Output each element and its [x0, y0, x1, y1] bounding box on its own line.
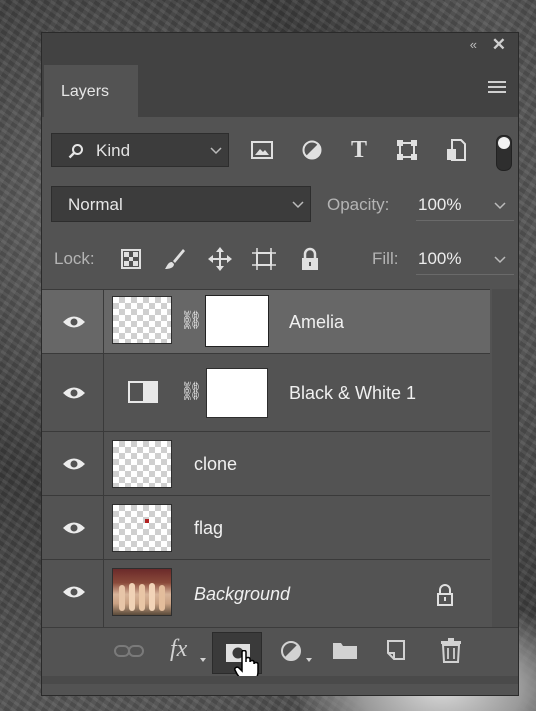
panel-menu-icon[interactable] — [488, 81, 506, 96]
layers-bottom-toolbar: fx — [42, 627, 518, 684]
fill-value[interactable]: 100% — [418, 249, 461, 269]
layers-panel: « ✕ Layers Kind T Normal Opacity: 100% L… — [41, 32, 519, 696]
lock-position-icon[interactable] — [208, 247, 232, 271]
chevron-down-icon — [210, 147, 222, 155]
eye-column — [42, 432, 104, 495]
background-photo-thumbnail — [112, 568, 172, 616]
fx-dropdown-indicator — [200, 658, 206, 662]
smart-object-filter-icon[interactable] — [446, 138, 466, 162]
layer-row-black-white[interactable]: ⛓ Black & White 1 — [42, 353, 490, 431]
layer-mask-thumbnail[interactable] — [206, 368, 268, 418]
adjustment-dropdown-indicator — [306, 658, 312, 662]
lock-icon — [437, 584, 453, 606]
fill-label: Fill: — [372, 249, 399, 268]
opacity-value[interactable]: 100% — [418, 195, 461, 215]
panel-tab-row: Layers — [42, 59, 518, 117]
fx-icon[interactable]: fx — [170, 636, 187, 663]
flag-speck — [145, 519, 149, 523]
eye-icon[interactable] — [62, 386, 86, 400]
lock-label: Lock: — [54, 249, 95, 268]
layers-scrollbar[interactable] — [492, 289, 518, 627]
layer-row-background[interactable]: Background — [42, 559, 490, 627]
opacity-underline — [416, 220, 514, 221]
filter-kind-select[interactable]: Kind — [51, 133, 229, 167]
search-icon — [68, 144, 83, 159]
eye-icon[interactable] — [62, 585, 86, 599]
fill-chevron-icon[interactable] — [494, 256, 506, 264]
type-filter-icon[interactable]: T — [351, 137, 367, 164]
tab-layers-label: Layers — [61, 83, 110, 100]
panel-resize-strip[interactable] — [42, 676, 518, 684]
lock-all-icon[interactable] — [300, 247, 320, 271]
tab-layers[interactable]: Layers — [44, 65, 138, 117]
blend-mode-select[interactable]: Normal — [51, 186, 311, 222]
shape-filter-icon[interactable] — [396, 139, 418, 161]
link-layers-icon[interactable] — [114, 644, 144, 658]
close-panel-button[interactable]: ✕ — [492, 35, 506, 55]
layer-thumbnail — [112, 440, 172, 488]
layer-name[interactable]: clone — [194, 454, 237, 475]
panel-titlebar: « ✕ — [42, 33, 518, 59]
lock-artboard-icon[interactable] — [251, 247, 277, 271]
layer-name[interactable]: Black & White 1 — [289, 383, 416, 404]
blend-mode-value: Normal — [68, 195, 123, 214]
eye-icon[interactable] — [62, 521, 86, 535]
layers-list: ⛓ Amelia ⛓ Black & White 1 clone flag Ba… — [42, 289, 490, 627]
filter-toggle-switch[interactable] — [496, 135, 512, 171]
layer-name[interactable]: Background — [194, 584, 290, 605]
layer-name[interactable]: Amelia — [289, 312, 344, 333]
folder-icon[interactable] — [332, 640, 358, 660]
chevron-down-icon — [292, 201, 304, 209]
layer-row-amelia[interactable]: ⛓ Amelia — [42, 289, 490, 353]
eye-icon[interactable] — [62, 315, 86, 329]
layer-mask-thumbnail[interactable] — [205, 295, 269, 347]
eye-column — [42, 354, 104, 431]
layer-row-clone[interactable]: clone — [42, 431, 490, 495]
image-filter-icon[interactable] — [251, 141, 273, 159]
trash-icon[interactable] — [440, 637, 462, 663]
link-chain-icon[interactable]: ⛓ — [180, 381, 203, 402]
adjustment-filter-icon[interactable] — [302, 140, 322, 160]
layer-row-flag[interactable]: flag — [42, 495, 490, 559]
layer-thumbnail — [112, 296, 172, 344]
eye-icon[interactable] — [62, 457, 86, 471]
opacity-label: Opacity: — [327, 195, 390, 214]
layer-name[interactable]: flag — [194, 518, 223, 539]
new-layer-icon[interactable] — [385, 638, 407, 662]
lock-transparent-pixels-icon[interactable] — [121, 249, 141, 269]
eye-column — [42, 290, 104, 353]
collapse-panel-button[interactable]: « — [470, 37, 477, 52]
lock-image-pixels-icon[interactable] — [163, 247, 187, 271]
eye-column — [42, 496, 104, 559]
adjustment-layer-icon[interactable] — [280, 640, 302, 662]
link-chain-icon[interactable]: ⛓ — [180, 310, 203, 331]
fill-underline — [416, 274, 514, 275]
eye-column — [42, 560, 104, 627]
black-white-adjustment-icon — [128, 381, 158, 403]
opacity-chevron-icon[interactable] — [494, 202, 506, 210]
layer-thumbnail — [112, 504, 172, 552]
filter-kind-label: Kind — [96, 141, 131, 160]
